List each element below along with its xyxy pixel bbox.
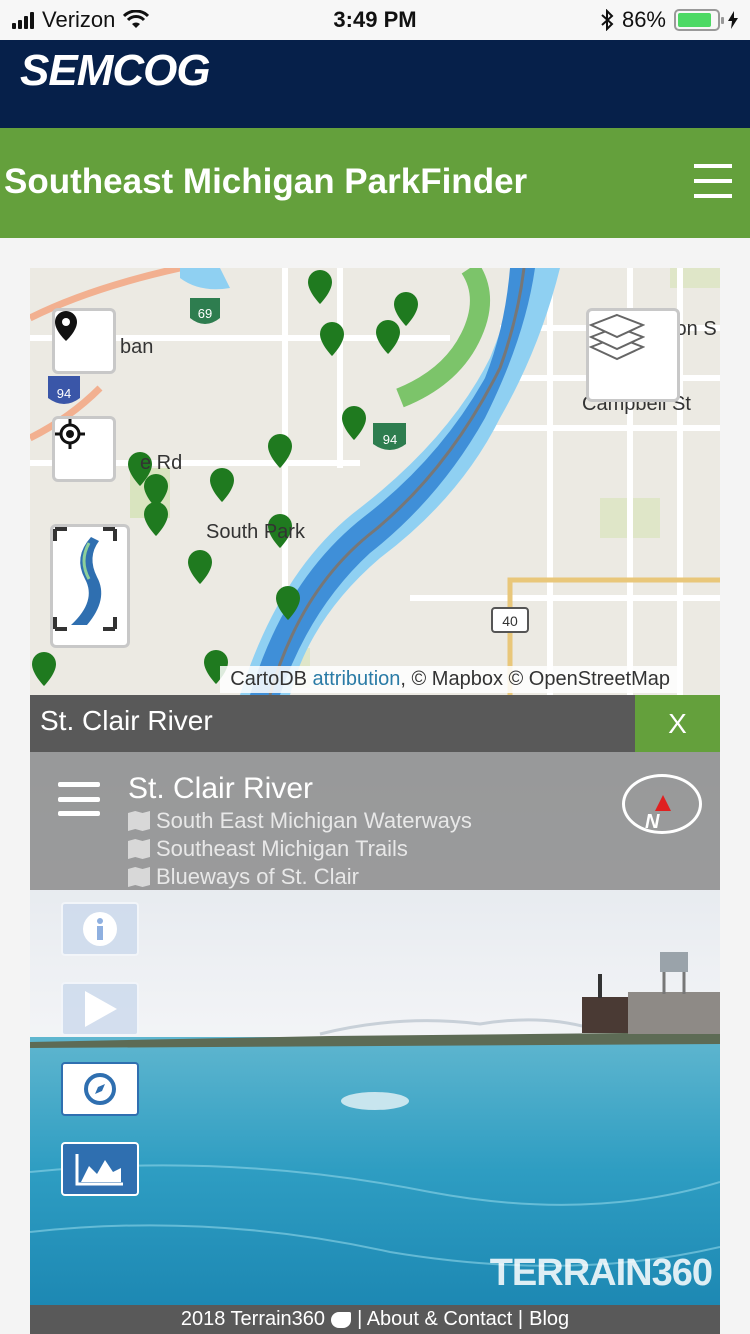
compass-button[interactable] [61, 1062, 139, 1116]
location-pin-icon [55, 311, 77, 341]
map-icon [128, 811, 150, 831]
crosshair-icon [55, 419, 85, 449]
highway-shield: 94 [373, 423, 406, 450]
map-label: e Rd [140, 452, 183, 474]
compass-icon [84, 1073, 116, 1105]
close-button[interactable]: X [635, 695, 720, 752]
brand-bar: SEMCOG [0, 40, 750, 128]
twitter-icon[interactable] [331, 1311, 352, 1328]
battery-icon [674, 9, 724, 31]
highway-shield: 40 [491, 607, 529, 633]
collection-link-label: South East Michigan Waterways [156, 808, 472, 833]
status-bar: Verizon 3:49 PM 86% [0, 0, 750, 40]
page-title: Southeast Michigan ParkFinder [4, 162, 528, 201]
panorama-viewer[interactable]: St. Clair River South East Michigan Wate… [30, 752, 720, 1305]
location-pin-button[interactable] [52, 308, 116, 374]
compass-needle [655, 795, 671, 811]
panorama-info-bar: St. Clair River South East Michigan Wate… [30, 752, 720, 890]
landscape-icon [75, 1154, 123, 1186]
map-icon [128, 867, 150, 887]
feature-panel-header: St. Clair River X [30, 695, 720, 752]
compass-north-label: N [645, 811, 660, 833]
layers-icon [589, 313, 645, 361]
landscape-button[interactable] [61, 1142, 139, 1196]
panorama-menu-icon[interactable] [58, 782, 100, 816]
copyright-text: 2018 Terrain360 [180, 1308, 326, 1330]
play-icon [85, 991, 117, 1027]
collection-link[interactable]: South East Michigan Waterways [128, 808, 472, 834]
panorama-title: St. Clair River [128, 772, 314, 805]
play-button[interactable] [61, 982, 139, 1036]
highway-shield: 94 [48, 376, 80, 404]
title-bar: Southeast Michigan ParkFinder [0, 128, 750, 238]
map-label: ban [120, 336, 154, 358]
attribution-link[interactable]: attribution [313, 668, 401, 690]
river-icon [53, 527, 117, 631]
layers-button[interactable] [586, 308, 680, 402]
bluetooth-icon [601, 9, 614, 31]
feature-name: St. Clair River [40, 705, 213, 736]
svg-text:40: 40 [502, 613, 518, 629]
map-attribution: CartoDB attribution, © Mapbox © OpenStre… [220, 666, 680, 693]
charging-icon [728, 11, 738, 29]
attribution-prefix: CartoDB [230, 668, 307, 690]
semcog-logo[interactable]: SEMCOG [20, 46, 211, 96]
river-view-button[interactable] [50, 524, 130, 648]
attribution-suffix: , © Mapbox © OpenStreetMap [400, 668, 670, 690]
hamburger-icon[interactable] [694, 164, 732, 198]
highway-shield: 69 [190, 298, 220, 324]
svg-text:94: 94 [383, 432, 397, 447]
info-icon [83, 912, 117, 946]
svg-text:94: 94 [57, 386, 71, 401]
map-label: South Park [206, 521, 305, 543]
collection-link[interactable]: Southeast Michigan Trails [128, 836, 408, 862]
about-contact-link[interactable]: | About & Contact | [357, 1308, 523, 1331]
collection-link[interactable]: Blueways of St. Clair [128, 864, 359, 890]
park-map[interactable]: 69 94 94 40 ban e Rd South Park Campbell… [30, 268, 720, 695]
locate-me-button[interactable] [52, 416, 116, 482]
info-button[interactable] [61, 902, 139, 956]
blog-link[interactable]: Blog [529, 1308, 569, 1331]
svg-text:69: 69 [198, 306, 212, 321]
collection-link-label: Southeast Michigan Trails [156, 836, 408, 861]
collection-link-label: Blueways of St. Clair [156, 864, 359, 889]
terrain360-watermark: TERRAIN360 [489, 1252, 713, 1294]
battery-percent: 86% [621, 7, 666, 32]
map-icon [128, 839, 150, 859]
footer: 2018 Terrain360 | About & Contact | Blog [30, 1305, 720, 1334]
compass-icon[interactable]: N [622, 774, 702, 834]
